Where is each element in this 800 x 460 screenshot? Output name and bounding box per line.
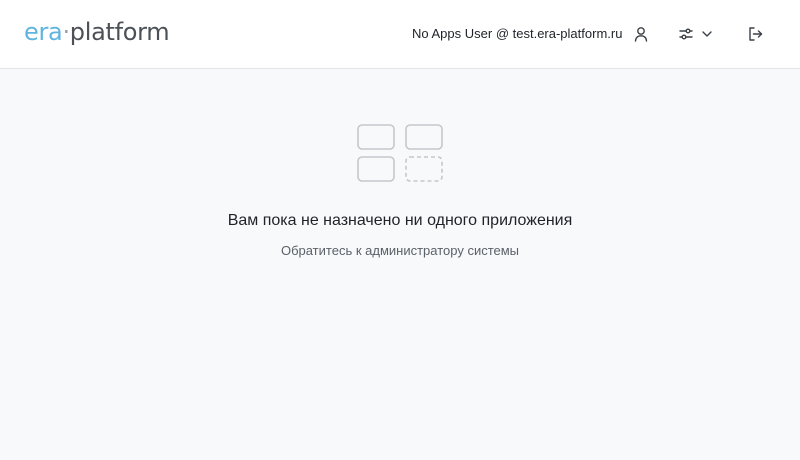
top-header: era·platform No Apps User @ test.era-pla… <box>0 0 800 69</box>
empty-state-subtitle: Обратитесь к администратору системы <box>280 243 520 258</box>
empty-state: Вам пока не назначено ни одного приложен… <box>0 69 800 460</box>
logo-separator: · <box>62 18 70 46</box>
settings-dropdown-button[interactable] <box>676 24 716 44</box>
chevron-down-icon <box>702 31 712 37</box>
app-grid-icon <box>357 124 443 182</box>
user-icon <box>634 27 648 42</box>
user-profile-button[interactable] <box>631 24 651 44</box>
sliders-icon <box>679 28 693 40</box>
user-info: No Apps User @ test.era-platform.ru <box>412 26 623 41</box>
empty-state-title: Вам пока не назначено ни одного приложен… <box>227 212 573 229</box>
logout-icon <box>748 27 762 41</box>
logo[interactable]: era·platform <box>24 17 170 47</box>
logo-era: era <box>24 18 63 46</box>
logout-button[interactable] <box>745 24 765 44</box>
logo-platform: platform <box>69 18 170 46</box>
